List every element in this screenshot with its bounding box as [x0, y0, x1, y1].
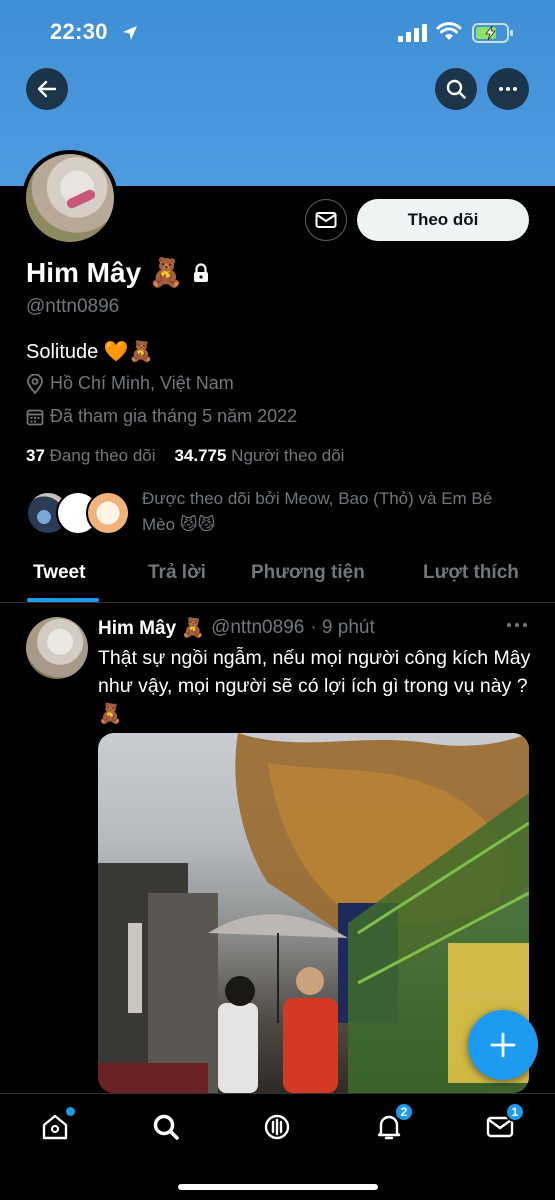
- display-name: Him Mây 🧸: [26, 257, 184, 288]
- home-new-dot: [66, 1107, 75, 1116]
- nav-spaces[interactable]: [260, 1110, 294, 1144]
- lock-icon: [193, 262, 208, 282]
- tweet-time: · 9 phút: [310, 617, 375, 638]
- tweet-text: Thật sự ngồi ngẫm, nếu mọi người công kí…: [98, 647, 531, 725]
- battery-charging-icon: [472, 23, 513, 43]
- profile-bio: Solitude 🧡🧸: [26, 341, 154, 363]
- status-time: 22:30: [50, 19, 108, 44]
- home-icon: [42, 1114, 68, 1140]
- search-icon: [153, 1114, 179, 1140]
- nav-notifications[interactable]: 2: [372, 1102, 414, 1144]
- following-label: Đang theo dõi: [49, 446, 156, 465]
- profile-join-date: Đã tham gia tháng 5 năm 2022: [26, 406, 297, 427]
- mutual-followers-avatars[interactable]: [26, 491, 136, 537]
- location-pin-icon: [27, 373, 43, 394]
- location-arrow-icon: [123, 26, 137, 40]
- follow-button[interactable]: Theo dõi: [357, 199, 529, 241]
- message-button[interactable]: [305, 199, 347, 241]
- plus-icon: [490, 1032, 516, 1058]
- cellular-signal-icon: [398, 24, 427, 42]
- tab-tweets[interactable]: Tweet: [33, 562, 85, 584]
- notifications-badge: 2: [394, 1102, 414, 1122]
- avatar-photo: [26, 154, 114, 242]
- search-button[interactable]: [435, 68, 477, 110]
- following-link[interactable]: 37 Đang theo dõi: [26, 446, 156, 465]
- more-options-button[interactable]: [487, 68, 529, 110]
- follow-stats: 37 Đang theo dõi 34.775 Người theo dõi: [26, 446, 344, 466]
- following-count: 37: [26, 446, 45, 465]
- tab-likes[interactable]: Lượt thích: [423, 562, 519, 584]
- search-icon: [446, 79, 466, 99]
- join-date-text: Đã tham gia tháng 5 năm 2022: [50, 406, 298, 426]
- wifi-icon: [436, 22, 462, 40]
- tweet-header: Him Mây 🧸 @nttn0896 · 9 phút: [98, 616, 375, 640]
- more-horizontal-icon: [499, 87, 517, 91]
- tweet-author-handle: @nttn0896: [211, 617, 305, 638]
- followers-count: 34.775: [174, 446, 227, 465]
- compose-tweet-button[interactable]: [468, 1010, 538, 1080]
- home-indicator: [178, 1184, 378, 1190]
- mutual-avatar: [86, 491, 130, 535]
- tab-replies[interactable]: Trả lời: [148, 562, 206, 584]
- street-photo: [98, 733, 529, 1093]
- messages-badge: 1: [505, 1102, 525, 1122]
- display-name-row: Him Mây 🧸: [26, 256, 210, 289]
- spaces-icon: [264, 1114, 290, 1140]
- profile-tabs: Tweet Trả lời Phương tiện Lượt thích: [0, 548, 555, 603]
- profile-avatar[interactable]: [22, 150, 118, 246]
- tweet-author-name[interactable]: Him Mây 🧸: [98, 616, 205, 640]
- profile-handle: @nttn0896: [26, 296, 120, 317]
- tweet-author-avatar[interactable]: [26, 617, 88, 679]
- tweet-more-icon[interactable]: [506, 620, 528, 630]
- nav-home[interactable]: [38, 1107, 75, 1144]
- followers-label: Người theo dõi: [231, 446, 345, 465]
- location-text: Hồ Chí Minh, Việt Nam: [50, 373, 234, 393]
- tweet-media-photo[interactable]: [98, 733, 529, 1093]
- nav-messages[interactable]: 1: [483, 1102, 525, 1144]
- followed-by-text[interactable]: Được theo dõi bởi Meow, Bao (Thỏ) và Em …: [142, 486, 522, 538]
- profile-location: Hồ Chí Minh, Việt Nam: [26, 373, 234, 394]
- mail-icon: [315, 212, 337, 228]
- back-button[interactable]: [26, 68, 68, 110]
- tab-media[interactable]: Phương tiện: [251, 562, 365, 584]
- followers-link[interactable]: 34.775 Người theo dõi: [174, 446, 344, 465]
- active-tab-indicator: [27, 598, 99, 602]
- nav-search[interactable]: [149, 1110, 183, 1144]
- arrow-left-icon: [37, 80, 57, 98]
- calendar-icon: [26, 409, 44, 425]
